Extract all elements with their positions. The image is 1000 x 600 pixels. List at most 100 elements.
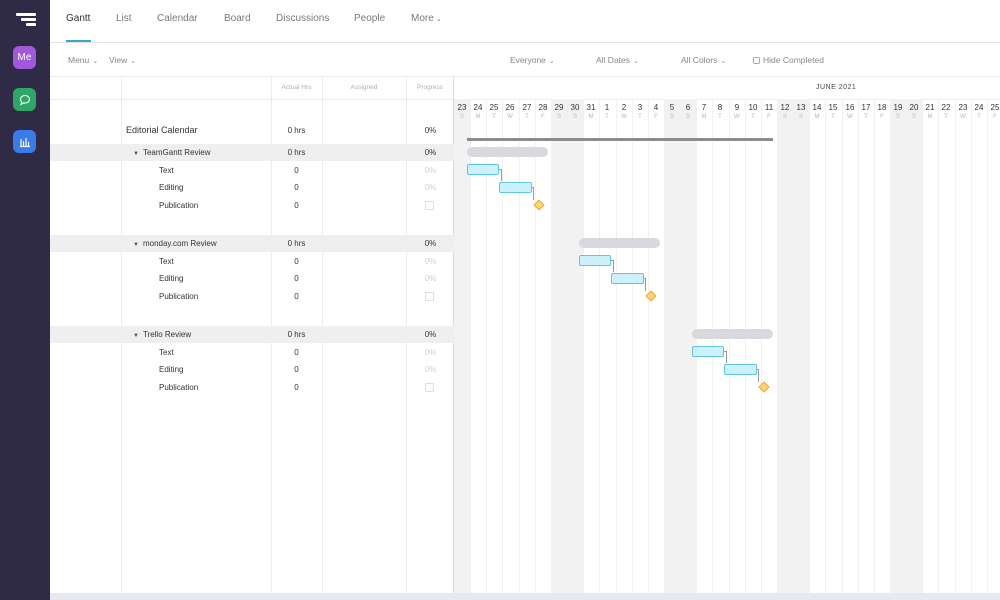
task-name[interactable]: Publication [159, 383, 198, 392]
checkbox-icon [753, 57, 760, 64]
day-of-week: T [605, 114, 609, 120]
group-summary-bar[interactable] [467, 147, 548, 157]
col-header-actual-hrs[interactable]: Actual Hrs [271, 84, 322, 91]
task-name[interactable]: Publication [159, 292, 198, 301]
task-progress[interactable]: 0% [407, 166, 454, 175]
task-progress[interactable]: 0% [407, 183, 454, 192]
project-name[interactable]: Editorial Calendar [126, 125, 198, 135]
task-hours[interactable]: 0 [271, 166, 322, 175]
task-name[interactable]: Text [159, 257, 174, 266]
tab-gantt[interactable]: Gantt [66, 13, 90, 24]
task-hours[interactable]: 0 [271, 274, 322, 283]
tab-list[interactable]: List [116, 13, 132, 24]
day-number: 5 [669, 103, 675, 112]
task-row[interactable]: Publication 0 [50, 197, 454, 214]
chat-icon[interactable] [13, 88, 36, 111]
col-header-progress[interactable]: Progress [406, 84, 454, 91]
day-gridline [454, 99, 455, 600]
tab-people[interactable]: People [354, 13, 385, 24]
day-of-week: T [525, 114, 529, 120]
task-progress[interactable]: 0% [407, 348, 454, 357]
group-row[interactable]: ▼ Trello Review 0 hrs 0% [50, 326, 454, 343]
day-number: 21 [925, 103, 935, 112]
hide-completed-toggle[interactable]: Hide Completed [753, 55, 824, 65]
task-row[interactable]: Editing 0 0% [50, 270, 454, 287]
dependency-connector [644, 278, 646, 291]
group-row[interactable]: ▼ TeamGantt Review 0 hrs 0% [50, 144, 454, 161]
project-timeline-bar[interactable] [467, 138, 773, 141]
task-progress[interactable]: 0% [407, 365, 454, 374]
task-name[interactable]: Editing [159, 365, 183, 374]
collapse-caret-icon[interactable]: ▼ [133, 242, 139, 248]
task-hours[interactable]: 0 [271, 183, 322, 192]
task-hours[interactable]: 0 [271, 201, 322, 210]
collapse-caret-icon[interactable]: ▼ [133, 151, 139, 157]
group-row[interactable]: ▼ monday.com Review 0 hrs 0% [50, 235, 454, 252]
task-progress[interactable]: 0% [407, 257, 454, 266]
tab-more[interactable]: More ⌄ [411, 13, 442, 24]
day-of-week: F [993, 114, 997, 120]
milestone-complete-checkbox[interactable] [425, 383, 434, 392]
group-name[interactable]: Trello Review [143, 330, 191, 339]
day-gridline [535, 99, 536, 600]
everyone-filter[interactable]: Everyone ⌄ [510, 55, 555, 65]
task-bar[interactable] [611, 273, 644, 284]
gantt-chart: JUNE 2021 23 S 24 M 25 T 26 W 27 T 28 F 29 S 30 S 31 M 1 T 2… [454, 77, 1000, 600]
project-row[interactable]: Editorial Calendar 0 hrs 0% [50, 122, 454, 139]
reports-icon[interactable] [13, 130, 36, 153]
task-name[interactable]: Text [159, 166, 174, 175]
day-number: 13 [796, 103, 806, 112]
task-hours[interactable]: 0 [271, 292, 322, 301]
day-number: 28 [538, 103, 548, 112]
dates-filter[interactable]: All Dates ⌄ [596, 55, 639, 65]
task-name[interactable]: Editing [159, 183, 183, 192]
dependency-connector [724, 351, 727, 363]
task-row[interactable]: Text 0 0% [50, 162, 454, 179]
task-progress[interactable]: 0% [407, 274, 454, 283]
task-row[interactable]: Publication 0 [50, 288, 454, 305]
view-dropdown[interactable]: View ⌄ [109, 55, 136, 65]
day-gridline [793, 99, 794, 600]
colors-filter[interactable]: All Colors ⌄ [681, 55, 726, 65]
day-number: 25 [489, 103, 499, 112]
menu-dropdown[interactable]: Menu ⌄ [68, 55, 98, 65]
group-summary-bar[interactable] [692, 329, 773, 339]
day-of-week: F [654, 114, 658, 120]
milestone-complete-checkbox[interactable] [425, 201, 434, 210]
task-hours[interactable]: 0 [271, 257, 322, 266]
task-bar[interactable] [499, 182, 532, 193]
milestone-complete-checkbox[interactable] [425, 292, 434, 301]
my-profile-button[interactable]: Me [13, 46, 36, 69]
task-row[interactable]: Text 0 0% [50, 344, 454, 361]
task-name[interactable]: Publication [159, 201, 198, 210]
task-row[interactable]: Editing 0 0% [50, 361, 454, 378]
weekend-column [551, 99, 567, 600]
day-gridline [987, 99, 988, 600]
task-bar[interactable] [579, 255, 611, 266]
task-bar[interactable] [692, 346, 724, 357]
task-bar[interactable] [724, 364, 757, 375]
task-hours[interactable]: 0 [271, 348, 322, 357]
teamgantt-logo-icon[interactable] [16, 13, 36, 29]
collapse-caret-icon[interactable]: ▼ [133, 333, 139, 339]
month-label: JUNE 2021 [816, 84, 857, 91]
tab-board[interactable]: Board [224, 13, 251, 24]
horizontal-scrollbar[interactable] [50, 593, 1000, 600]
day-number: 18 [877, 103, 887, 112]
group-name[interactable]: TeamGantt Review [143, 148, 211, 157]
group-summary-bar[interactable] [579, 238, 660, 248]
task-row[interactable]: Publication 0 [50, 379, 454, 396]
tab-calendar[interactable]: Calendar [157, 13, 198, 24]
task-hours[interactable]: 0 [271, 365, 322, 374]
task-row[interactable]: Text 0 0% [50, 253, 454, 270]
task-name[interactable]: Editing [159, 274, 183, 283]
task-name[interactable]: Text [159, 348, 174, 357]
tab-discussions[interactable]: Discussions [276, 13, 329, 24]
day-of-week: M [927, 114, 933, 120]
day-of-week: F [767, 114, 771, 120]
task-bar[interactable] [467, 164, 499, 175]
col-header-assigned[interactable]: Assigned [322, 84, 406, 91]
group-name[interactable]: monday.com Review [143, 239, 217, 248]
task-row[interactable]: Editing 0 0% [50, 179, 454, 196]
task-hours[interactable]: 0 [271, 383, 322, 392]
